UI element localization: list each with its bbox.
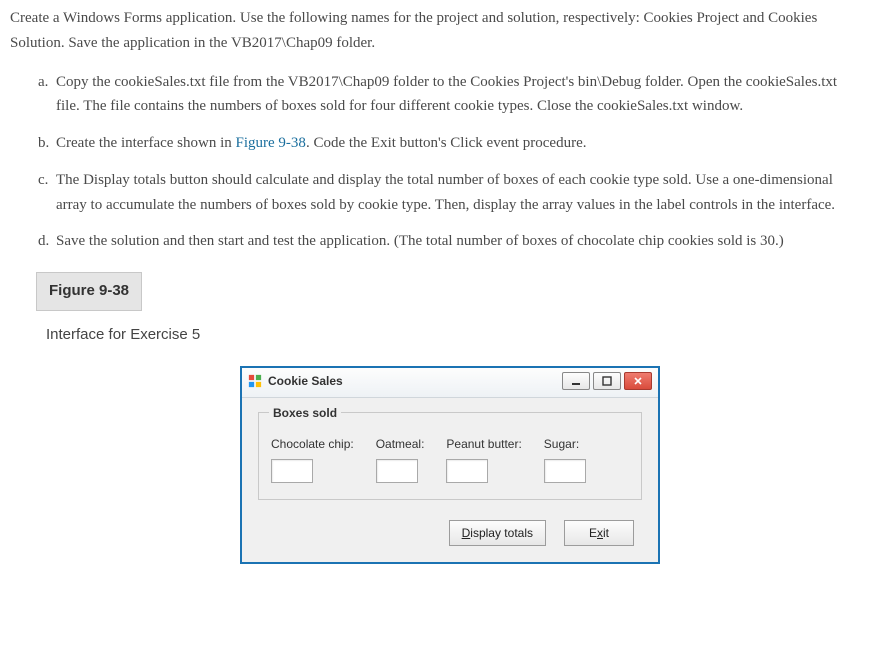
exit-post: it	[603, 526, 609, 540]
item-a-text: Copy the cookieSales.txt file from the V…	[56, 74, 837, 115]
label-sugar: Sugar:	[544, 435, 586, 455]
item-b-letter: b.	[38, 131, 49, 156]
value-sugar	[544, 459, 586, 483]
col-chocolate-chip: Chocolate chip:	[271, 435, 354, 483]
item-c: c. The Display totals button should calc…	[38, 168, 863, 218]
minimize-icon	[571, 376, 581, 386]
maximize-button[interactable]	[593, 372, 621, 390]
window-title: Cookie Sales	[268, 372, 343, 392]
figure-label: Figure 9-38	[36, 272, 142, 311]
maximize-icon	[602, 376, 612, 386]
col-peanut-butter: Peanut butter:	[446, 435, 521, 483]
titlebar: Cookie Sales	[242, 368, 658, 399]
groupbox-boxes-sold: Boxes sold Chocolate chip: Oatmeal: Pean…	[258, 412, 642, 500]
close-button[interactable]	[624, 372, 652, 390]
label-oatmeal: Oatmeal:	[376, 435, 425, 455]
mnemonic-d: D	[462, 526, 471, 540]
value-oatmeal	[376, 459, 418, 483]
intro-paragraph: Create a Windows Forms application. Use …	[10, 6, 863, 56]
item-a: a. Copy the cookieSales.txt file from th…	[38, 70, 863, 120]
item-b-post: . Code the Exit button's Click event pro…	[306, 135, 587, 151]
exit-pre: E	[589, 526, 597, 540]
item-b-pre: Create the interface shown in	[56, 135, 236, 151]
cookie-row: Chocolate chip: Oatmeal: Peanut butter: …	[271, 435, 629, 483]
label-chocolate-chip: Chocolate chip:	[271, 435, 354, 455]
groupbox-legend: Boxes sold	[269, 404, 341, 424]
item-c-letter: c.	[38, 168, 48, 193]
winform-window: Cookie Sales Boxes sold Chocolate chip:	[240, 366, 660, 565]
item-d-letter: d.	[38, 229, 49, 254]
col-oatmeal: Oatmeal:	[376, 435, 425, 483]
display-totals-button[interactable]: Display totals	[449, 520, 546, 546]
display-rest: isplay totals	[470, 526, 533, 540]
exit-button[interactable]: Exit	[564, 520, 634, 546]
item-c-text: The Display totals button should calcula…	[56, 172, 835, 213]
figure-reference-link[interactable]: Figure 9-38	[236, 135, 306, 151]
close-icon	[633, 376, 643, 386]
value-peanut-butter	[446, 459, 488, 483]
app-icon	[248, 374, 262, 388]
col-sugar: Sugar:	[544, 435, 586, 483]
instruction-list: a. Copy the cookieSales.txt file from th…	[10, 70, 863, 255]
window-controls	[562, 372, 652, 390]
client-area: Boxes sold Chocolate chip: Oatmeal: Pean…	[242, 398, 658, 562]
minimize-button[interactable]	[562, 372, 590, 390]
label-peanut-butter: Peanut butter:	[446, 435, 521, 455]
item-d: d. Save the solution and then start and …	[38, 229, 863, 254]
item-a-letter: a.	[38, 70, 48, 95]
item-d-text: Save the solution and then start and tes…	[56, 233, 784, 249]
item-b: b. Create the interface shown in Figure …	[38, 131, 863, 156]
value-chocolate-chip	[271, 459, 313, 483]
figure-caption: Interface for Exercise 5	[46, 323, 863, 348]
button-row: Display totals Exit	[258, 520, 642, 546]
